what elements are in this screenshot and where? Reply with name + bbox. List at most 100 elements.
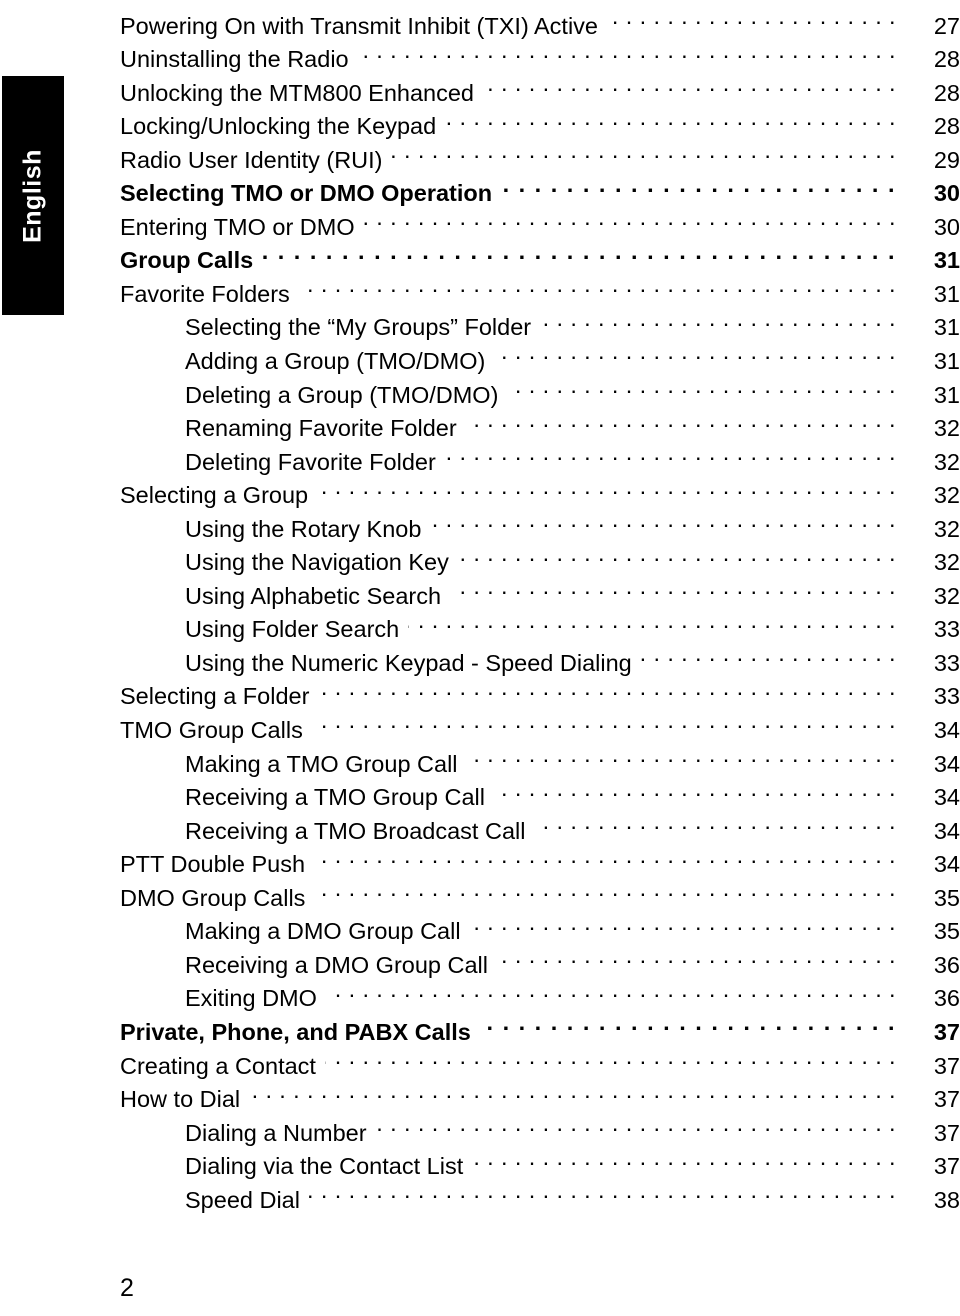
toc-entry-title: Making a TMO Group Call <box>185 750 458 777</box>
toc-entry-page-number: 32 <box>933 482 960 509</box>
toc-entry-title: Selecting a Folder <box>120 683 310 710</box>
toc-dot-leader <box>466 403 896 437</box>
toc-dot-leader <box>458 537 896 571</box>
toc-entry-title: Unlocking the MTM800 Enhanced <box>120 79 475 106</box>
toc-entry-title: Using Alphabetic Search <box>185 582 442 609</box>
toc-dot-leader <box>317 470 896 504</box>
toc-entry-page-number: 32 <box>933 415 960 442</box>
toc-dot-leader <box>249 1074 896 1108</box>
toc-entry-title: Group Calls <box>120 247 254 274</box>
toc-dot-leader <box>299 268 896 302</box>
toc-entry-page-number: 37 <box>933 1018 960 1045</box>
toc-entry-title: Deleting a Group (TMO/DMO) <box>185 381 499 408</box>
toc-dot-leader <box>314 839 896 873</box>
toc-entry-page-number: 30 <box>933 180 960 207</box>
toc-dot-leader <box>472 1141 896 1175</box>
footer-page-number: 2 <box>120 1274 134 1302</box>
toc-entry-title: Locking/Unlocking the Keypad <box>120 113 437 140</box>
toc-entry-title: PTT Double Push <box>120 851 306 878</box>
toc-entry-page-number: 37 <box>933 1153 960 1180</box>
toc-entry-page-number: 32 <box>933 448 960 475</box>
toc-dot-leader <box>470 906 896 940</box>
toc-dot-leader <box>325 1040 896 1074</box>
toc-dot-leader <box>450 570 896 604</box>
toc-entry-page-number: 31 <box>933 280 960 307</box>
toc-dot-leader <box>430 503 896 537</box>
toc-entry-page-number: 31 <box>933 381 960 408</box>
toc-entry-title: Adding a Group (TMO/DMO) <box>185 348 486 375</box>
toc-dot-leader <box>501 168 896 202</box>
toc-entry-page-number: 31 <box>933 247 960 274</box>
toc-entry-title: Dialing a Number <box>185 1119 367 1146</box>
toc-dot-leader <box>312 704 896 738</box>
toc-entry-page-number: 34 <box>933 817 960 844</box>
toc-entry-page-number: 29 <box>933 146 960 173</box>
toc-entry-page-number: 37 <box>933 1052 960 1079</box>
toc-dot-leader <box>314 872 896 906</box>
toc-entry-page-number: 28 <box>933 79 960 106</box>
toc-dot-leader <box>309 1174 896 1208</box>
toc-entry-page-number: 32 <box>933 582 960 609</box>
toc-entry-page-number: 33 <box>933 683 960 710</box>
toc-entry-title: Using the Rotary Knob <box>185 515 422 542</box>
toc-entry-page-number: 28 <box>933 113 960 140</box>
toc-entry-title: Favorite Folders <box>120 280 290 307</box>
toc-entry-page-number: 36 <box>933 951 960 978</box>
toc-entry-page-number: 30 <box>933 213 960 240</box>
toc-entry-title: Receiving a TMO Group Call <box>185 784 485 811</box>
toc-entry-page-number: 33 <box>933 616 960 643</box>
toc-entry-title: DMO Group Calls <box>120 884 306 911</box>
toc-entry-page-number: 37 <box>933 1086 960 1113</box>
toc-dot-leader <box>262 235 896 269</box>
toc-entry-title: Speed Dial <box>185 1186 300 1213</box>
toc-entry-page-number: 32 <box>933 515 960 542</box>
toc-entry-page-number: 34 <box>933 851 960 878</box>
toc-entry-title: Using Folder Search <box>185 616 400 643</box>
toc-entry-title: Radio User Identity (RUI) <box>120 146 383 173</box>
toc-dot-leader <box>507 369 896 403</box>
toc-dot-leader <box>540 302 896 336</box>
toc-dot-leader <box>326 973 896 1007</box>
toc-entry-page-number: 32 <box>933 549 960 576</box>
toc-dot-leader <box>494 335 896 369</box>
toc-entry-page-number: 36 <box>933 985 960 1012</box>
toc-dot-leader <box>607 0 896 34</box>
toc-dot-leader <box>467 738 896 772</box>
toc-entry-title: TMO Group Calls <box>120 717 303 744</box>
toc-entry-title: Exiting DMO <box>185 985 317 1012</box>
toc-dot-leader <box>318 671 896 705</box>
toc-entry-title: Selecting a Group <box>120 482 309 509</box>
toc-entry-page-number: 33 <box>933 649 960 676</box>
toc-dot-leader <box>483 67 896 101</box>
toc-dot-leader <box>641 637 896 671</box>
toc-entry-title: Using the Navigation Key <box>185 549 449 576</box>
toc-entry-page-number: 31 <box>933 348 960 375</box>
toc-dot-leader <box>408 604 896 638</box>
toc-dot-leader <box>497 939 896 973</box>
toc-entry-page-number: 35 <box>933 918 960 945</box>
toc-entry-page-number: 35 <box>933 884 960 911</box>
toc-entry-page-number: 37 <box>933 1119 960 1146</box>
toc-dot-leader <box>364 201 896 235</box>
toc-dot-leader <box>445 436 896 470</box>
toc-entry-page-number: 34 <box>933 750 960 777</box>
table-of-contents: Powering On with Transmit Inhibit (TXI) … <box>0 0 960 1213</box>
toc-dot-leader <box>480 1006 896 1040</box>
toc-entry-title: Renaming Favorite Folder <box>185 415 457 442</box>
toc-dot-leader <box>376 1107 896 1141</box>
toc-entry-title: Selecting the “My Groups” Folder <box>185 314 532 341</box>
toc-entry-page-number: 34 <box>933 717 960 744</box>
toc-entry-title: How to Dial <box>120 1086 241 1113</box>
toc-dot-leader <box>494 772 896 806</box>
toc-dot-leader <box>445 101 896 135</box>
toc-entry-title: Making a DMO Group Call <box>185 918 461 945</box>
toc-entry-page-number: 31 <box>933 314 960 341</box>
toc-entry[interactable]: Powering On with Transmit Inhibit (TXI) … <box>0 0 960 39</box>
toc-entry-title: Uninstalling the Radio <box>120 46 349 73</box>
toc-entry-page-number: 27 <box>933 12 960 39</box>
toc-dot-leader <box>534 805 896 839</box>
toc-dot-leader <box>392 134 897 168</box>
toc-entry-page-number: 28 <box>933 46 960 73</box>
toc-dot-leader <box>358 34 896 68</box>
toc-entry-page-number: 34 <box>933 784 960 811</box>
